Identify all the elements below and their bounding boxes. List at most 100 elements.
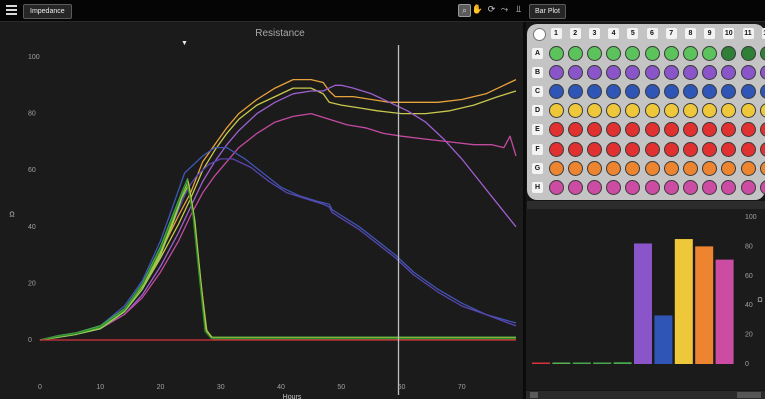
well[interactable]	[663, 179, 679, 195]
well[interactable]	[606, 45, 622, 61]
well[interactable]	[740, 122, 756, 138]
well[interactable]	[740, 179, 756, 195]
column-header-button[interactable]: 9	[704, 28, 716, 39]
well[interactable]	[586, 179, 602, 195]
well[interactable]	[682, 179, 698, 195]
well[interactable]	[644, 45, 660, 61]
well[interactable]	[586, 103, 602, 119]
well[interactable]	[586, 122, 602, 138]
well[interactable]	[625, 179, 641, 195]
column-header-button[interactable]: 10	[723, 28, 735, 39]
row-header-button[interactable]: H	[532, 181, 543, 193]
column-header-button[interactable]: 5	[627, 28, 639, 39]
well[interactable]	[548, 45, 564, 61]
plate-select-icon[interactable]	[533, 28, 546, 41]
well[interactable]	[759, 141, 765, 157]
well[interactable]	[606, 103, 622, 119]
well[interactable]	[702, 141, 718, 157]
well[interactable]	[644, 179, 660, 195]
well[interactable]	[548, 103, 564, 119]
well[interactable]	[663, 103, 679, 119]
well[interactable]	[721, 64, 737, 80]
well[interactable]	[740, 160, 756, 176]
well[interactable]	[682, 103, 698, 119]
well[interactable]	[586, 45, 602, 61]
tab-bar-plot[interactable]: Bar Plot	[529, 4, 566, 19]
well[interactable]	[702, 160, 718, 176]
well[interactable]	[721, 160, 737, 176]
well[interactable]	[663, 160, 679, 176]
well[interactable]	[567, 45, 583, 61]
well[interactable]	[567, 122, 583, 138]
well[interactable]	[702, 83, 718, 99]
row-header-button[interactable]: B	[532, 66, 543, 78]
well[interactable]	[721, 45, 737, 61]
column-header-button[interactable]: 6	[646, 28, 658, 39]
row-header-button[interactable]: E	[532, 124, 543, 136]
plate-scroll-strip[interactable]	[527, 201, 765, 209]
well[interactable]	[625, 45, 641, 61]
well[interactable]	[702, 122, 718, 138]
row-header-button[interactable]: D	[532, 105, 543, 117]
well[interactable]	[740, 103, 756, 119]
well[interactable]	[721, 141, 737, 157]
well[interactable]	[721, 122, 737, 138]
well[interactable]	[586, 83, 602, 99]
well[interactable]	[759, 45, 765, 61]
well[interactable]	[740, 141, 756, 157]
well[interactable]	[567, 160, 583, 176]
well[interactable]	[740, 83, 756, 99]
well[interactable]	[759, 179, 765, 195]
well[interactable]	[548, 83, 564, 99]
well[interactable]	[663, 122, 679, 138]
resistance-line-chart[interactable]: 0204060801000 10 20 30 40 50 60 70ΩHours	[0, 0, 523, 399]
well[interactable]	[586, 141, 602, 157]
well[interactable]	[567, 83, 583, 99]
well[interactable]	[702, 45, 718, 61]
column-header-button[interactable]: 8	[684, 28, 696, 39]
well[interactable]	[740, 45, 756, 61]
well[interactable]	[702, 179, 718, 195]
row-header-button[interactable]: C	[532, 85, 543, 97]
well[interactable]	[663, 83, 679, 99]
well[interactable]	[625, 160, 641, 176]
well[interactable]	[586, 64, 602, 80]
well[interactable]	[625, 83, 641, 99]
well[interactable]	[606, 64, 622, 80]
well[interactable]	[567, 103, 583, 119]
well[interactable]	[567, 141, 583, 157]
well[interactable]	[644, 103, 660, 119]
well[interactable]	[548, 64, 564, 80]
well[interactable]	[759, 64, 765, 80]
well[interactable]	[721, 83, 737, 99]
well[interactable]	[721, 103, 737, 119]
well[interactable]	[548, 160, 564, 176]
well[interactable]	[759, 83, 765, 99]
well[interactable]	[740, 64, 756, 80]
well[interactable]	[702, 103, 718, 119]
well[interactable]	[682, 64, 698, 80]
well[interactable]	[682, 141, 698, 157]
well[interactable]	[759, 122, 765, 138]
well[interactable]	[548, 122, 564, 138]
well[interactable]	[606, 83, 622, 99]
row-header-button[interactable]: G	[532, 162, 543, 174]
well[interactable]	[702, 64, 718, 80]
well[interactable]	[567, 179, 583, 195]
well[interactable]	[606, 179, 622, 195]
well[interactable]	[759, 103, 765, 119]
well[interactable]	[663, 64, 679, 80]
well[interactable]	[644, 160, 660, 176]
well[interactable]	[682, 45, 698, 61]
column-header-button[interactable]: 4	[608, 28, 620, 39]
well[interactable]	[606, 141, 622, 157]
well[interactable]	[625, 64, 641, 80]
well[interactable]	[644, 83, 660, 99]
well[interactable]	[625, 122, 641, 138]
well[interactable]	[721, 179, 737, 195]
well[interactable]	[606, 122, 622, 138]
well[interactable]	[663, 141, 679, 157]
bar-plot-scrollbar[interactable]	[526, 391, 765, 399]
column-header-button[interactable]: 2	[569, 28, 581, 39]
well[interactable]	[606, 160, 622, 176]
